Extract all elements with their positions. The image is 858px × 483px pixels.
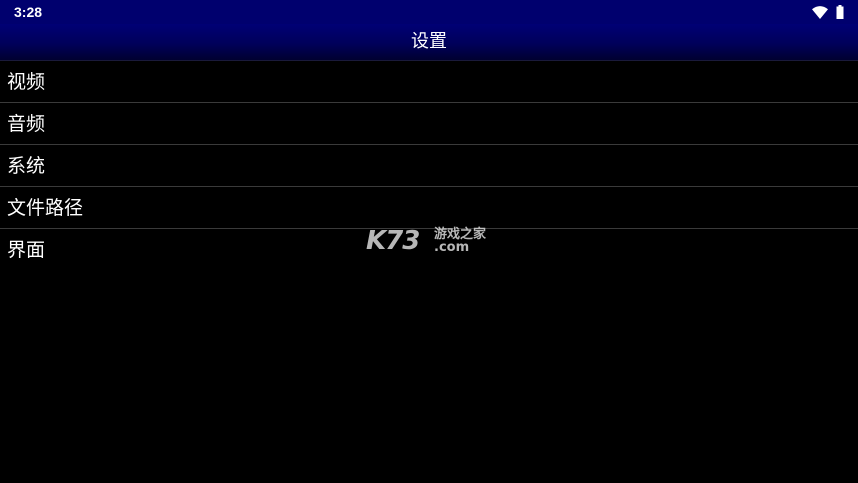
title-bar: 设置 (0, 24, 858, 60)
status-time: 3:28 (14, 4, 43, 20)
menu-item-audio[interactable]: 音频 (0, 103, 858, 145)
menu-item-video[interactable]: 视频 (0, 60, 858, 103)
settings-screen: 3:28 设置 视频 音频 系统 文件路径 界面 K73 游戏之家 .com (0, 0, 858, 483)
menu-item-system[interactable]: 系统 (0, 145, 858, 187)
watermark-brand: K73 (366, 226, 420, 256)
battery-icon (836, 5, 844, 19)
page-title: 设置 (411, 31, 447, 52)
wifi-icon (812, 5, 828, 19)
menu-item-label: 界面 (7, 239, 46, 261)
menu-item-label: 音频 (7, 113, 46, 135)
status-bar: 3:28 (0, 0, 858, 24)
menu-item-label: 系统 (7, 155, 46, 177)
menu-item-file-paths[interactable]: 文件路径 (0, 187, 858, 229)
watermark-logo: K73 游戏之家 .com (366, 226, 496, 258)
watermark-domain: .com (434, 240, 470, 255)
menu-item-label: 视频 (7, 71, 46, 93)
status-icons (812, 5, 844, 19)
menu-item-label: 文件路径 (7, 197, 84, 219)
